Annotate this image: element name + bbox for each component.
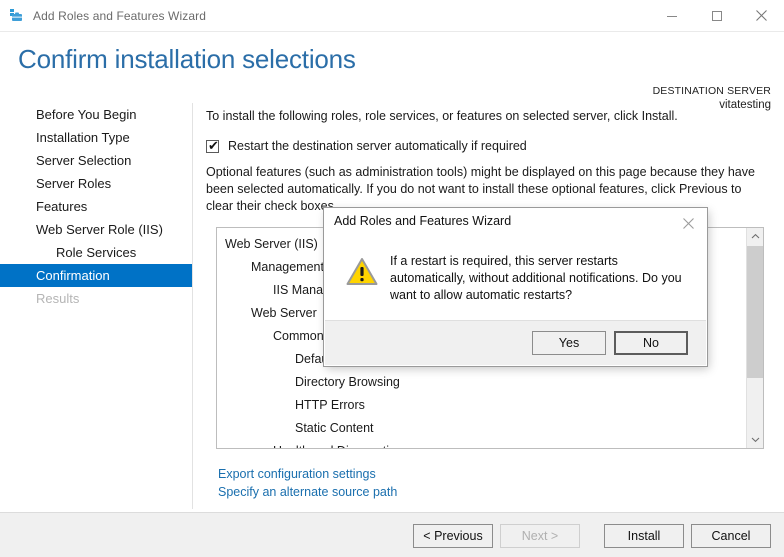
helper-links: Export configuration settings Specify an…: [218, 465, 397, 501]
restart-checkbox-label: Restart the destination server automatic…: [228, 139, 527, 153]
sidebar-item-server-selection[interactable]: Server Selection: [0, 149, 192, 172]
intro-text: To install the following roles, role ser…: [206, 109, 678, 123]
page-title: Confirm installation selections: [18, 44, 356, 74]
window-controls: [649, 0, 784, 31]
sidebar-item-features[interactable]: Features: [0, 195, 192, 218]
sidebar-item-before-you-begin[interactable]: Before You Begin: [0, 103, 192, 126]
restart-confirmation-dialog: Add Roles and Features Wizard If a resta…: [324, 208, 707, 366]
list-scrollbar[interactable]: [746, 228, 763, 448]
sidebar-divider: [192, 103, 193, 509]
next-button: Next >: [500, 524, 580, 548]
wizard-navigation: Before You Begin Installation Type Serve…: [0, 103, 192, 513]
page-header: Confirm installation selections DESTINAT…: [0, 32, 784, 111]
close-icon[interactable]: [739, 0, 784, 31]
dialog-message: If a restart is required, this server re…: [390, 254, 682, 302]
export-configuration-settings-link[interactable]: Export configuration settings: [218, 465, 397, 483]
checkmark-icon: ✔: [208, 138, 219, 153]
window-title: Add Roles and Features Wizard: [33, 8, 206, 23]
destination-server-label: DESTINATION SERVER: [652, 85, 771, 97]
list-item: Directory Browsing: [295, 375, 400, 389]
server-wizard-icon: [9, 8, 25, 24]
warning-triangle-icon: [346, 257, 378, 286]
wizard-window: Add Roles and Features Wizard Confirm in…: [0, 0, 784, 557]
dialog-no-button[interactable]: No: [614, 331, 688, 355]
sidebar-item-results: Results: [36, 291, 80, 306]
sidebar-item-installation-type[interactable]: Installation Type: [0, 126, 192, 149]
list-item: Health and Diagnostics: [217, 440, 747, 448]
dialog-body: If a restart is required, this server re…: [324, 240, 707, 320]
dialog-yes-button[interactable]: Yes: [532, 331, 606, 355]
sidebar-item-server-roles[interactable]: Server Roles: [0, 172, 192, 195]
title-bar: Add Roles and Features Wizard: [0, 0, 784, 31]
scrollbar-thumb[interactable]: [747, 246, 763, 378]
list-item: Static Content: [295, 421, 374, 435]
minimize-icon[interactable]: [649, 0, 694, 31]
maximize-icon[interactable]: [694, 0, 739, 31]
restart-checkbox[interactable]: ✔: [206, 138, 219, 153]
chevron-down-icon[interactable]: [747, 431, 763, 448]
install-button[interactable]: Install: [604, 524, 684, 548]
dialog-title: Add Roles and Features Wizard: [334, 214, 512, 228]
list-item: HTTP Errors: [295, 398, 365, 412]
restart-checkbox-row[interactable]: ✔ Restart the destination server automat…: [206, 139, 776, 153]
wizard-footer: < Previous Next > Install Cancel: [0, 513, 784, 557]
sidebar-item-role-services[interactable]: Role Services: [0, 241, 192, 264]
chevron-up-icon[interactable]: [747, 228, 763, 245]
previous-button[interactable]: < Previous: [413, 524, 493, 548]
cancel-button[interactable]: Cancel: [691, 524, 771, 548]
sidebar-item-confirmation[interactable]: Confirmation: [0, 264, 192, 287]
specify-alternate-source-path-link[interactable]: Specify an alternate source path: [218, 483, 397, 501]
sidebar-item-web-server-role-iis[interactable]: Web Server Role (IIS): [0, 218, 192, 241]
dialog-footer: Yes No: [325, 320, 706, 365]
close-icon[interactable]: [673, 212, 703, 234]
